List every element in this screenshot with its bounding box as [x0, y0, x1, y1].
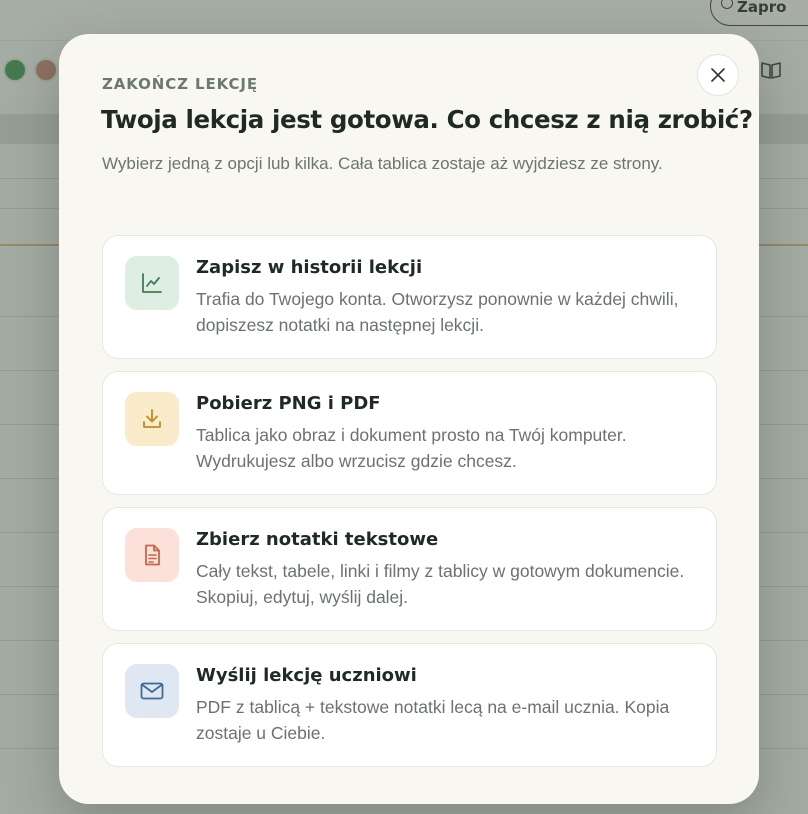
modal-title: Twoja lekcja jest gotowa. Co chcesz z ni… — [101, 105, 753, 134]
option-collect-notes[interactable]: Zbierz notatki tekstowe Cały tekst, tabe… — [102, 507, 717, 631]
modal-subtitle: Wybierz jedną z opcji lub kilka. Cała ta… — [102, 154, 663, 173]
mail-icon — [140, 682, 164, 700]
option-download-png-pdf[interactable]: Pobierz PNG i PDF Tablica jako obraz i d… — [102, 371, 717, 495]
chart-line-icon — [142, 273, 162, 293]
option-icon-container — [125, 392, 179, 446]
option-title: Wyślij lekcję uczniowi — [196, 665, 417, 686]
option-title: Zbierz notatki tekstowe — [196, 529, 439, 550]
option-icon-container — [125, 256, 179, 310]
options-list: Zapisz w historii lekcji Trafia do Twoje… — [102, 235, 717, 779]
option-title: Zapisz w historii lekcji — [196, 257, 423, 278]
option-send-to-student[interactable]: Wyślij lekcję uczniowi PDF z tablicą + t… — [102, 643, 717, 767]
modal-eyebrow: ZAKOŃCZ LEKCJĘ — [102, 75, 259, 93]
option-description: Cały tekst, tabele, linki i filmy z tabl… — [196, 561, 685, 607]
close-icon — [711, 68, 725, 82]
option-icon-container — [125, 664, 179, 718]
option-icon-container — [125, 528, 179, 582]
option-description: PDF z tablicą + tekstowe notatki lecą na… — [196, 697, 670, 743]
option-save-history[interactable]: Zapisz w historii lekcji Trafia do Twoje… — [102, 235, 717, 359]
option-title: Pobierz PNG i PDF — [196, 393, 381, 414]
download-icon — [143, 409, 161, 428]
option-description: Trafia do Twojego konta. Otworzysz ponow… — [196, 289, 679, 335]
option-description: Tablica jako obraz i dokument prosto na … — [196, 425, 627, 471]
document-icon — [145, 544, 160, 566]
close-button[interactable] — [697, 54, 739, 96]
end-lesson-modal: ZAKOŃCZ LEKCJĘ Twoja lekcja jest gotowa.… — [59, 34, 759, 804]
